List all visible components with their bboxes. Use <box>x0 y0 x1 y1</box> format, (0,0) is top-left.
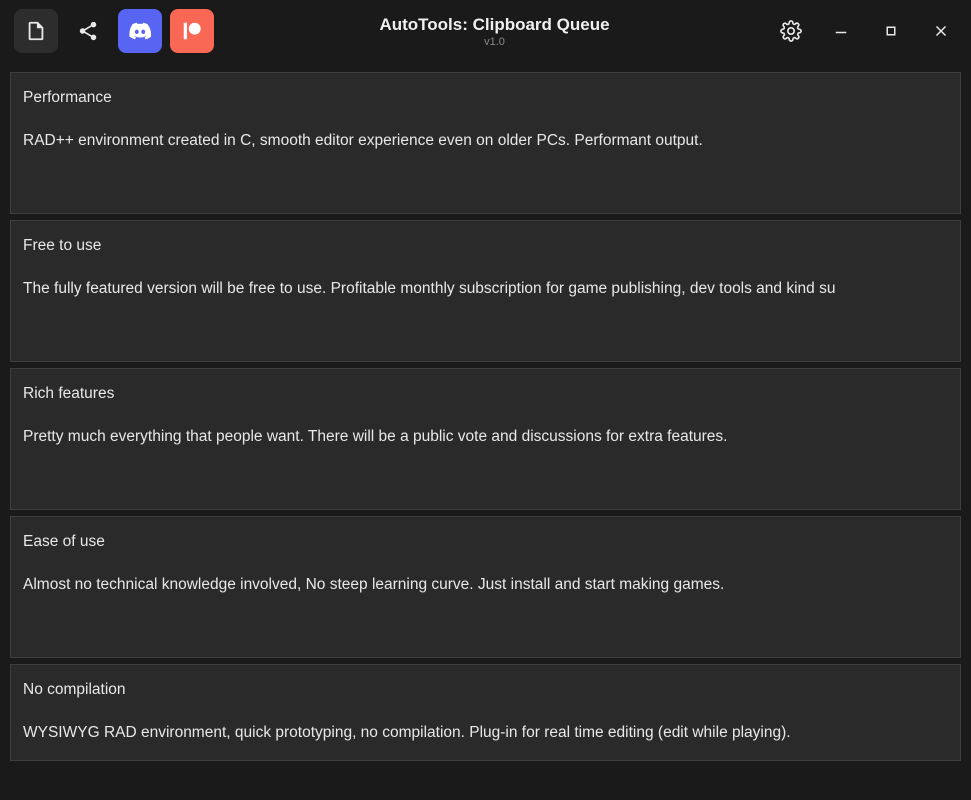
maximize-icon <box>882 22 900 40</box>
card-title: Performance <box>23 89 948 107</box>
card-title: Rich features <box>23 385 948 403</box>
maximize-button[interactable] <box>875 15 907 47</box>
titlebar: AutoTools: Clipboard Queue v1.0 <box>0 0 971 62</box>
card-body: Pretty much everything that people want.… <box>23 427 948 448</box>
minimize-button[interactable] <box>825 15 857 47</box>
titlebar-right <box>775 15 957 47</box>
discord-button[interactable] <box>118 9 162 53</box>
gear-icon <box>780 20 802 42</box>
card-no-compilation[interactable]: No compilation WYSIWYG RAD environment, … <box>10 664 961 761</box>
app-version: v1.0 <box>484 36 505 48</box>
card-body: The fully featured version will be free … <box>23 279 948 300</box>
patreon-icon <box>181 20 203 42</box>
card-body: RAD++ environment created in C, smooth e… <box>23 131 948 152</box>
card-title: Free to use <box>23 237 948 255</box>
settings-button[interactable] <box>775 15 807 47</box>
card-free-to-use[interactable]: Free to use The fully featured version w… <box>10 220 961 362</box>
card-rich-features[interactable]: Rich features Pretty much everything tha… <box>10 368 961 510</box>
card-performance[interactable]: Performance RAD++ environment created in… <box>10 72 961 214</box>
close-icon <box>932 22 950 40</box>
minimize-icon <box>832 22 850 40</box>
close-button[interactable] <box>925 15 957 47</box>
file-icon <box>25 20 47 42</box>
discord-icon <box>129 20 151 42</box>
card-body: Almost no technical knowledge involved, … <box>23 575 948 596</box>
content-area: Performance RAD++ environment created in… <box>0 62 971 800</box>
card-ease-of-use[interactable]: Ease of use Almost no technical knowledg… <box>10 516 961 658</box>
share-button[interactable] <box>66 9 110 53</box>
patreon-button[interactable] <box>170 9 214 53</box>
share-icon <box>77 20 99 42</box>
card-title: Ease of use <box>23 533 948 551</box>
card-body: WYSIWYG RAD environment, quick prototypi… <box>23 723 948 744</box>
titlebar-center: AutoTools: Clipboard Queue v1.0 <box>214 15 775 48</box>
titlebar-left <box>14 9 214 53</box>
app-title: AutoTools: Clipboard Queue <box>379 15 609 35</box>
card-title: No compilation <box>23 681 948 699</box>
file-button[interactable] <box>14 9 58 53</box>
